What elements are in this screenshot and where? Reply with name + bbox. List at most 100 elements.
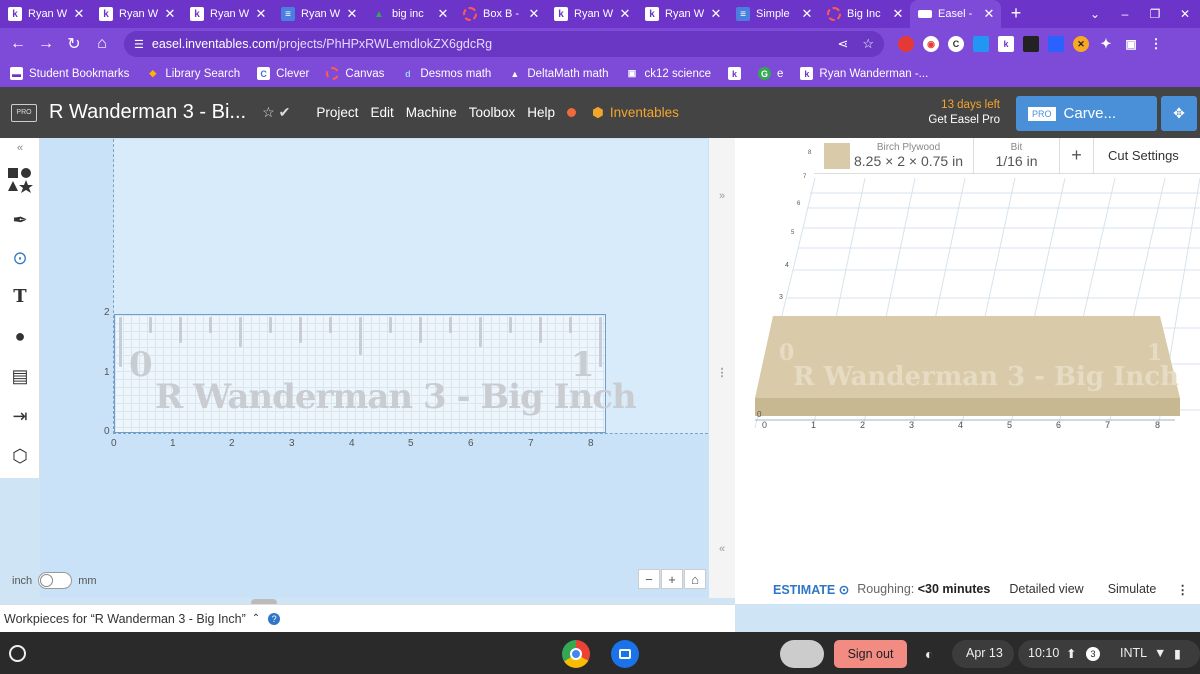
close-icon[interactable]: ✕ [890, 6, 906, 22]
close-icon[interactable]: ✕ [526, 6, 542, 22]
close-icon[interactable]: ✕ [617, 6, 633, 22]
bookmark-item[interactable]: k [728, 67, 741, 80]
extension-icon[interactable] [898, 36, 914, 52]
menu-toolbox[interactable]: Toolbox [469, 105, 516, 121]
ruler-workpiece[interactable]: 0 1 R Wanderman 3 - Big Inch [114, 314, 637, 433]
material-selector[interactable]: Birch Plywood 8.25 × 2 × 0.75 in [850, 138, 974, 173]
puzzle-icon[interactable]: ✦ [1098, 36, 1114, 52]
back-icon[interactable]: ← [4, 35, 32, 53]
tab-search-icon[interactable]: ⌄ [1080, 7, 1110, 21]
unit-switch[interactable] [38, 572, 73, 589]
apps-icon[interactable]: ▤ [0, 356, 40, 396]
side-panel-icon[interactable]: ▣ [1123, 36, 1139, 52]
3d-cube-icon[interactable]: ⬡ [0, 436, 40, 476]
kami-icon[interactable]: k [998, 36, 1014, 52]
tab[interactable]: k Ryan W ✕ [546, 0, 637, 28]
trial-status[interactable]: 13 days left Get Easel Pro [920, 98, 1000, 128]
bookmark-item[interactable]: Ge [758, 67, 783, 80]
star-icon[interactable]: ☆ [262, 104, 275, 121]
inventables-link[interactable]: ⬢ Inventables [567, 105, 679, 121]
close-icon[interactable]: ✕ [708, 6, 724, 22]
bookmark-item[interactable]: ▲ DeltaMath math [508, 67, 608, 80]
point-icon[interactable]: ⊙ [0, 238, 40, 278]
address-bar[interactable]: ☰ easel.inventables.com/projects/PhHPxRW… [124, 31, 884, 57]
tab[interactable]: k Ryan W ✕ [0, 0, 91, 28]
site-info-icon[interactable]: ☰ [134, 38, 144, 51]
expand-right-icon[interactable]: » [709, 190, 735, 202]
screen-capture-icon[interactable] [780, 640, 824, 668]
menu-machine[interactable]: Machine [406, 105, 457, 121]
close-icon[interactable]: ✕ [253, 6, 269, 22]
simulate-button[interactable]: Simulate [1108, 582, 1157, 596]
project-title[interactable]: R Wanderman 3 - Bi... [49, 101, 246, 124]
text-icon[interactable]: T [0, 276, 40, 316]
more-options-icon[interactable]: ⋮ [1176, 582, 1189, 597]
bookmark-item[interactable]: Canvas [326, 67, 384, 80]
restore-icon[interactable]: ❐ [1140, 7, 1170, 21]
tab-active[interactable]: Easel - ✕ [910, 0, 1001, 28]
menu-icon[interactable]: ⋮ [1148, 36, 1164, 52]
menu-help[interactable]: Help [527, 105, 555, 121]
detailed-view-button[interactable]: Detailed view [1009, 582, 1083, 596]
panel-splitter[interactable]: » ⋮ « [709, 138, 735, 598]
expand-left-icon[interactable]: « [709, 543, 735, 555]
chrome-icon[interactable] [562, 640, 590, 668]
close-icon[interactable]: ✕ [344, 6, 360, 22]
pen-icon[interactable]: ✒ [0, 200, 40, 240]
new-tab-button[interactable]: + [1001, 0, 1031, 28]
tab[interactable]: k Ryan W ✕ [182, 0, 273, 28]
carve-button[interactable]: PRO Carve... [1016, 96, 1157, 131]
tab[interactable]: ≡ Ryan W ✕ [273, 0, 364, 28]
bookmark-item[interactable]: ◆ Library Search [146, 67, 240, 80]
tab[interactable]: Box B - ✕ [455, 0, 546, 28]
bookmark-item[interactable]: ▬ Student Bookmarks [10, 67, 129, 80]
camera-icon[interactable] [611, 640, 639, 668]
home-icon[interactable]: ⌂ [88, 35, 116, 53]
ruler-engraving-text[interactable]: R Wanderman 3 - Big Inch [155, 377, 637, 417]
zoom-out-button[interactable]: − [638, 569, 660, 589]
bit-selector[interactable]: Bit 1/16 in [974, 138, 1060, 173]
bookmark-item[interactable]: k Ryan Wanderman -... [800, 67, 928, 80]
fullscreen-icon[interactable]: ✥ [1161, 96, 1197, 131]
bookmark-item[interactable]: d Desmos math [401, 67, 491, 80]
sign-out-button[interactable]: Sign out [834, 640, 907, 668]
cut-settings-button[interactable]: Cut Settings [1094, 138, 1179, 173]
close-window-icon[interactable]: ✕ [1170, 7, 1200, 21]
unit-toggle[interactable]: inch mm [12, 572, 97, 589]
extension-icon[interactable]: ✕ [1073, 36, 1089, 52]
estimate-button[interactable]: ESTIMATE ⊙ [773, 582, 849, 597]
bookmark-item[interactable]: C Clever [257, 67, 309, 80]
menu-edit[interactable]: Edit [370, 105, 393, 121]
collapse-icon[interactable]: « [0, 138, 40, 158]
close-icon[interactable]: ✕ [71, 6, 87, 22]
extension-icon[interactable] [1048, 36, 1064, 52]
drag-handle-icon[interactable]: ⋮ [709, 366, 735, 379]
reload-icon[interactable]: ↻ [60, 34, 88, 54]
forward-icon[interactable]: → [32, 35, 60, 53]
workpieces-drawer[interactable]: Workpieces for “R Wanderman 3 - Big Inch… [0, 604, 735, 632]
launcher-icon[interactable] [9, 645, 26, 662]
extension-icon[interactable] [1023, 36, 1039, 52]
tab[interactable]: Big Inc ✕ [819, 0, 910, 28]
extension-icon[interactable] [973, 36, 989, 52]
help-icon[interactable]: ? [268, 612, 281, 625]
tab[interactable]: k Ryan W ✕ [91, 0, 182, 28]
accessibility-icon[interactable]: ◐ [925, 646, 933, 662]
add-bit-button[interactable]: + [1060, 138, 1094, 173]
share-icon[interactable]: ⋖ [837, 36, 848, 52]
3d-preview[interactable]: R Wanderman 3 - Big Inch 0 1 0 1 2 3 4 5… [735, 138, 1200, 598]
chevron-up-icon[interactable]: ⌃ [252, 613, 260, 624]
extension-icon[interactable]: ◉ [923, 36, 939, 52]
tab[interactable]: k Ryan W ✕ [637, 0, 728, 28]
close-icon[interactable]: ✕ [799, 6, 815, 22]
bookmark-star-icon[interactable]: ☆ [862, 36, 874, 52]
apple-icon[interactable]: ● [0, 316, 40, 356]
menu-project[interactable]: Project [316, 105, 358, 121]
tab[interactable]: ≡ Simple ✕ [728, 0, 819, 28]
material-swatch[interactable] [824, 143, 850, 169]
zoom-in-button[interactable]: + [661, 569, 683, 589]
easel-pro-logo[interactable]: PRO [11, 103, 37, 122]
extension-icon[interactable]: C [948, 36, 964, 52]
import-icon[interactable]: ⇥ [0, 396, 40, 436]
minimize-icon[interactable]: – [1110, 7, 1140, 21]
